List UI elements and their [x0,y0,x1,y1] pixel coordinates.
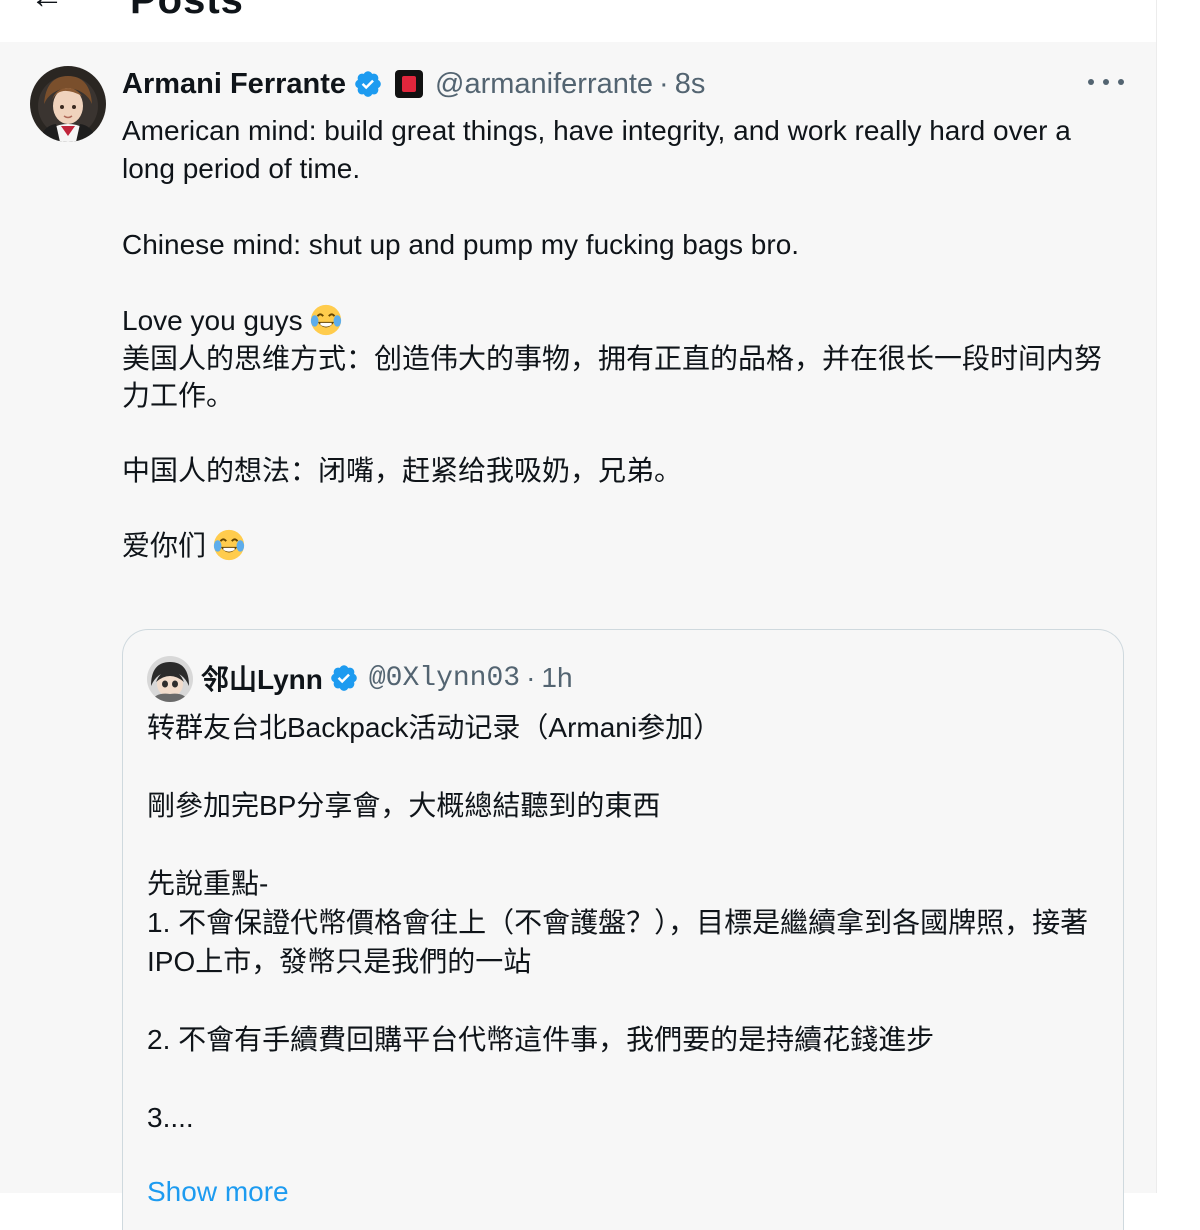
show-more-link[interactable]: Show more [147,1176,289,1208]
right-gutter [1156,0,1200,1193]
verified-badge-icon [355,71,381,97]
post-paragraph: 美国人的思维方式：创造伟大的事物，拥有正直的品格，并在很长一段时间内努力工作。 [122,343,1103,411]
page-title: Posts [130,0,244,22]
quoted-avatar[interactable] [147,656,193,702]
quoted-paragraph: 转群友台北Backpack活动记录（Armani参加） [147,712,722,743]
post-text: American mind: build great things, have … [122,112,1122,564]
quoted-post[interactable]: 邻山Lynn @0Xlynn03 · 1h 转群友台北Backpack活动记录（… [122,629,1124,1230]
quoted-paragraph: 2. 不會有手續費回購平台代幣這件事，我們要的是持續花錢進步 [147,1024,935,1055]
post[interactable]: Armani Ferrante @armaniferrante · 8s Ame… [0,42,1156,1230]
post-paragraph: Love you guys [122,302,1122,340]
quoted-post-timestamp[interactable]: 1h [541,662,572,694]
post-timestamp[interactable]: 8s [675,68,706,101]
quoted-paragraph: 1. 不會保證代幣價格會往上（不會護盤？），目標是繼續拿到各國牌照，接著IPO上… [147,907,1089,977]
post-paragraph: 爱你们 [122,527,1122,564]
quoted-author-handle[interactable]: @0Xlynn03 [369,663,520,694]
post-header: Armani Ferrante @armaniferrante · 8s [122,64,705,104]
separator-dot: · [659,67,669,100]
post-paragraph-text: 爱你们 [122,530,207,561]
post-paragraph-text: Love you guys [122,305,303,336]
tears-of-joy-emoji-icon [310,304,341,336]
quoted-post-header: 邻山Lynn @0Xlynn03 · 1h [201,658,573,698]
quoted-paragraph: 剛參加完BP分享會，大概總結聽到的東西 [147,790,661,821]
more-options-icon[interactable] [1088,64,1124,100]
back-arrow-icon[interactable]: ← [30,0,64,17]
quoted-author-name[interactable]: 邻山Lynn [201,658,323,698]
quoted-paragraph: 3.... [147,1102,194,1133]
top-bar: ← Posts [0,0,1156,42]
post-paragraph: American mind: build great things, have … [122,115,1071,184]
avatar-image [30,66,106,142]
tears-of-joy-emoji-icon [213,529,245,561]
verified-badge-icon [331,665,357,691]
separator-dot: · [526,662,536,693]
quoted-avatar-image [147,656,193,702]
author-handle[interactable]: @armaniferrante [435,68,653,101]
avatar[interactable] [30,66,106,142]
quoted-post-text: 转群友台北Backpack活动记录（Armani参加） 剛參加完BP分享會，大概… [147,708,1107,1137]
post-paragraph: 中国人的想法：闭嘴，赶紧给我吸奶，兄弟。 [122,455,683,486]
quoted-paragraph: 先說重點- [147,868,269,899]
post-paragraph: Chinese mind: shut up and pump my fuckin… [122,229,800,260]
affiliation-badge-icon[interactable] [395,70,424,98]
author-name[interactable]: Armani Ferrante [122,68,346,101]
